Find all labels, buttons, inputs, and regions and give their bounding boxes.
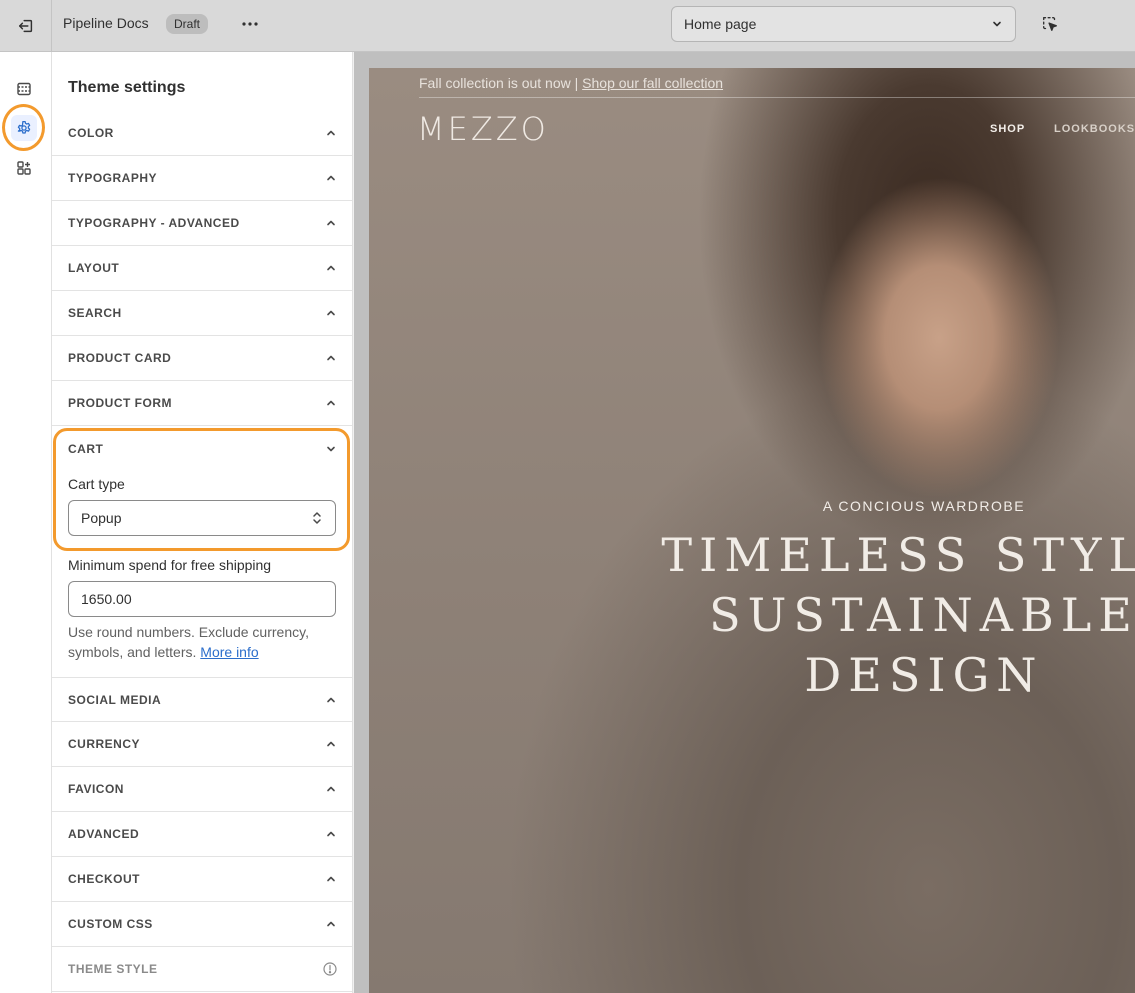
- section-label: PRODUCT CARD: [68, 351, 172, 365]
- exit-icon: [18, 19, 32, 33]
- hero-headline-line-2: SUSTAINABLE: [709, 588, 1135, 642]
- cart-type-value: Popup: [81, 510, 122, 526]
- section-social-media[interactable]: SOCIAL MEDIA: [52, 677, 352, 722]
- announcement-bar: Fall collection is out now | Shop our fa…: [419, 75, 723, 91]
- section-advanced[interactable]: ADVANCED: [52, 812, 352, 857]
- hero-headline-line-1: TIMELESS STYLE: [661, 528, 1135, 582]
- chevron-up-icon: [325, 873, 337, 885]
- section-label: LAYOUT: [68, 261, 120, 275]
- chevron-up-icon: [325, 918, 337, 930]
- section-label: COLOR: [68, 126, 114, 140]
- chevron-up-icon: [325, 783, 337, 795]
- section-cart[interactable]: CART: [52, 426, 352, 471]
- ellipsis-icon: [242, 22, 258, 26]
- section-label: CURRENCY: [68, 737, 141, 751]
- chevron-up-icon: [325, 262, 337, 274]
- section-typography-advanced[interactable]: TYPOGRAPHY - ADVANCED: [52, 201, 352, 246]
- select-arrows-icon: [311, 510, 323, 526]
- nav-shop[interactable]: SHOP: [990, 123, 1025, 135]
- chevron-down-icon: [325, 443, 337, 455]
- chevron-up-icon: [325, 172, 337, 184]
- chevron-down-icon: [993, 21, 1001, 27]
- section-color[interactable]: COLOR: [52, 111, 352, 156]
- theme-settings-panel: Theme settings COLOR TYPOGRAPHY TYPOGRAP…: [52, 52, 353, 993]
- nav-lookbooks[interactable]: LOOKBOOKS: [1054, 123, 1135, 135]
- announcement-link[interactable]: Shop our fall collection: [582, 75, 723, 91]
- announcement-text: Fall collection is out now |: [419, 75, 579, 91]
- chevron-up-icon: [325, 397, 337, 409]
- chevron-up-icon: [325, 352, 337, 364]
- section-product-card[interactable]: PRODUCT CARD: [52, 336, 352, 381]
- section-label: TYPOGRAPHY - ADVANCED: [68, 216, 240, 230]
- section-favicon[interactable]: FAVICON: [52, 767, 352, 812]
- chevron-up-icon: [325, 217, 337, 229]
- section-layout[interactable]: LAYOUT: [52, 246, 352, 291]
- section-label: ADVANCED: [68, 827, 140, 841]
- apps-icon: [17, 161, 31, 175]
- section-search[interactable]: SEARCH: [52, 291, 352, 336]
- cart-type-label: Cart type: [68, 476, 125, 492]
- min-spend-help: Use round numbers. Exclude currency, sym…: [68, 622, 338, 662]
- section-label: SOCIAL MEDIA: [68, 692, 162, 707]
- more-info-link[interactable]: More info: [200, 644, 258, 660]
- hero-kicker: A CONCIOUS WARDROBE: [822, 498, 1026, 514]
- store-name: Pipeline Docs: [63, 15, 149, 31]
- more-actions-button[interactable]: [236, 12, 264, 36]
- section-label: CHECKOUT: [68, 872, 140, 886]
- theme-settings-button[interactable]: [11, 115, 37, 141]
- chevron-up-icon: [325, 307, 337, 319]
- min-spend-input[interactable]: [68, 581, 336, 617]
- gear-icon: [17, 120, 31, 134]
- help-text: Use round numbers. Exclude currency, sym…: [68, 624, 309, 660]
- chevron-up-icon: [325, 127, 337, 139]
- section-theme-style[interactable]: THEME STYLE: [52, 947, 352, 992]
- section-label: CART: [68, 441, 104, 456]
- section-label: THEME STYLE: [68, 962, 158, 976]
- info-icon: [323, 962, 337, 976]
- chevron-up-icon: [325, 694, 337, 706]
- section-custom-css[interactable]: CUSTOM CSS: [52, 902, 352, 947]
- section-label: SEARCH: [68, 306, 122, 320]
- hero-headline-line-3: DESIGN: [804, 648, 1044, 702]
- page-selector-value: Home page: [684, 16, 757, 32]
- section-label: PRODUCT FORM: [68, 396, 172, 410]
- page-selector[interactable]: Home page: [671, 6, 1016, 42]
- section-label: FAVICON: [68, 782, 124, 796]
- section-typography[interactable]: TYPOGRAPHY: [52, 156, 352, 201]
- inspector-toggle-button[interactable]: [1036, 10, 1064, 38]
- cart-type-select[interactable]: Popup: [68, 500, 336, 536]
- panel-title: Theme settings: [68, 79, 186, 96]
- store-logo[interactable]: MEZZO: [417, 110, 549, 148]
- divider: [419, 97, 1135, 98]
- min-spend-label: Minimum spend for free shipping: [68, 557, 272, 573]
- section-label: CUSTOM CSS: [68, 917, 153, 931]
- sections-icon: [17, 82, 31, 96]
- status-badge: Draft: [166, 14, 209, 34]
- apps-button[interactable]: [11, 155, 37, 181]
- section-currency[interactable]: CURRENCY: [52, 722, 352, 767]
- editor-side-rail: [0, 52, 52, 993]
- chevron-up-icon: [325, 738, 337, 750]
- section-label: TYPOGRAPHY: [68, 171, 158, 185]
- exit-editor-button[interactable]: [0, 0, 52, 52]
- select-cursor-icon: [1043, 17, 1057, 31]
- store-preview-hero: Fall collection is out now | Shop our fa…: [369, 68, 1135, 993]
- chevron-up-icon: [325, 828, 337, 840]
- editor-topbar: Pipeline Docs Draft Home page: [0, 0, 1135, 52]
- section-checkout[interactable]: CHECKOUT: [52, 857, 352, 902]
- sections-button[interactable]: [11, 76, 37, 102]
- section-product-form[interactable]: PRODUCT FORM: [52, 381, 352, 426]
